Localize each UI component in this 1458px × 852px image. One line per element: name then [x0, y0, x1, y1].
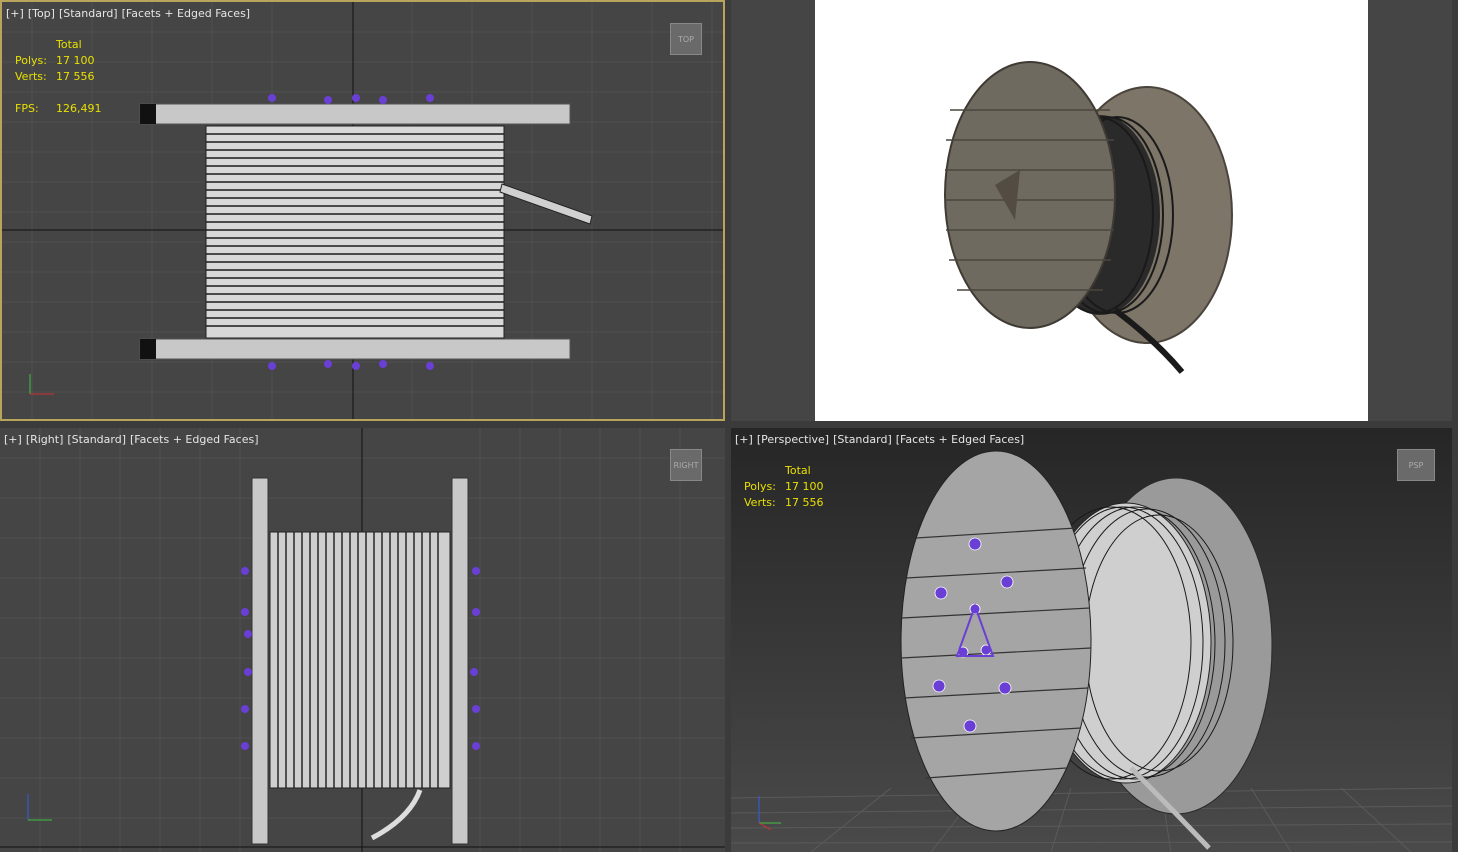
polys-value: 17 100 [785, 480, 824, 493]
viewport-menu-plus[interactable]: [+] [4, 433, 22, 446]
polys-value: 17 100 [56, 54, 95, 67]
verts-label: Verts: [744, 496, 776, 509]
viewport-label-top[interactable]: [+] [Top] [Standard] [Facets + Edged Faces] [6, 7, 254, 20]
shading-mode[interactable]: [Standard] [67, 433, 126, 446]
fps-value: 126,491 [56, 102, 102, 115]
cable-spool-render [944, 61, 1233, 374]
top-view-canvas [2, 2, 723, 419]
stats-overlay: Total Polys: 17 100 Verts: 17 556 FPS: 126,… [15, 37, 102, 117]
shading-mode[interactable]: [Standard] [59, 7, 118, 20]
stats-header: Total [56, 38, 82, 51]
viewport-label-right[interactable]: [+] [Right] [Standard] [Facets + Edged Face… [4, 433, 263, 446]
verts-value: 17 556 [56, 70, 95, 83]
viewport-label-perspective[interactable]: [+] [Perspective] [Standard] [Facets + Edge… [735, 433, 1028, 446]
display-mode[interactable]: [Facets + Edged Faces] [130, 433, 258, 446]
viewcube-perspective[interactable]: PSP [1397, 449, 1435, 481]
viewport-perspective[interactable]: [+] [Perspective] [Standard] [Facets + Edge… [731, 428, 1452, 852]
viewport-top[interactable]: [+] [Top] [Standard] [Facets + Edged Faces]… [0, 0, 725, 421]
shading-mode[interactable]: [Standard] [833, 433, 892, 446]
view-name[interactable]: [Right] [26, 433, 64, 446]
viewport-menu-plus[interactable]: [+] [6, 7, 24, 20]
right-view-canvas [0, 428, 725, 852]
view-name[interactable]: [Perspective] [757, 433, 829, 446]
render-preview [815, 0, 1368, 421]
perspective-view-canvas [731, 450, 1452, 852]
polys-label: Polys: [744, 480, 776, 493]
verts-value: 17 556 [785, 496, 824, 509]
verts-label: Verts: [15, 70, 47, 83]
stats-header: Total [785, 464, 811, 477]
viewcube-top[interactable]: TOP [670, 23, 702, 55]
fps-label: FPS: [15, 102, 39, 115]
viewport-render[interactable] [731, 0, 1452, 421]
display-mode[interactable]: [Facets + Edged Faces] [896, 433, 1024, 446]
viewport-menu-plus[interactable]: [+] [735, 433, 753, 446]
viewcube-right[interactable]: RIGHT [670, 449, 702, 481]
view-name[interactable]: [Top] [28, 7, 55, 20]
stats-overlay: Total Polys: 17 100 Verts: 17 556 [744, 463, 824, 511]
polys-label: Polys: [15, 54, 47, 67]
display-mode[interactable]: [Facets + Edged Faces] [122, 7, 250, 20]
viewport-right[interactable]: [+] [Right] [Standard] [Facets + Edged Face… [0, 428, 725, 852]
